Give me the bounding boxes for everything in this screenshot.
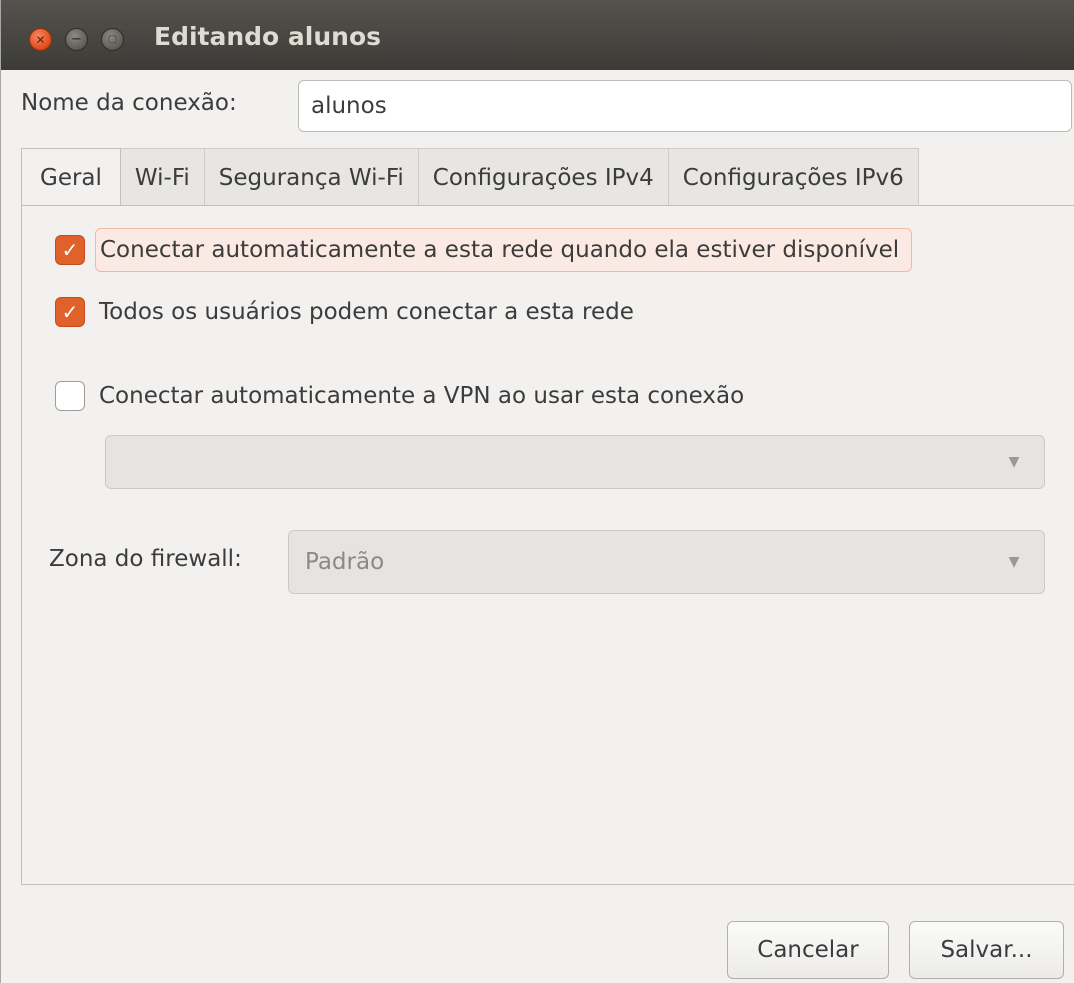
title-bar[interactable]: ✕ − ▢ Editando alunos	[1, 0, 1074, 70]
tab-ipv6-settings[interactable]: Configurações IPv6	[668, 148, 919, 206]
tab-geral[interactable]: Geral	[21, 148, 121, 207]
tab-ipv4-settings[interactable]: Configurações IPv4	[418, 148, 669, 206]
auto-connect-checkbox[interactable]: ✓	[55, 235, 85, 265]
connection-name-input[interactable]	[298, 80, 1072, 132]
tab-wifi-security[interactable]: Segurança Wi-Fi	[204, 148, 419, 206]
vpn-auto-checkbox[interactable]	[55, 381, 85, 411]
tab-bar: Geral Wi-Fi Segurança Wi-Fi Configuraçõe…	[21, 148, 919, 207]
checkmark-icon: ✓	[61, 300, 79, 324]
dropdown-arrow-icon: ▼	[1008, 554, 1020, 570]
checkmark-icon: ✓	[61, 238, 79, 262]
window-title: Editando alunos	[154, 22, 382, 51]
auto-connect-row[interactable]: ✓ Conectar automaticamente a esta rede q…	[55, 228, 913, 272]
vpn-auto-row[interactable]: Conectar automaticamente a VPN ao usar e…	[55, 381, 744, 411]
cancel-button[interactable]: Cancelar	[727, 921, 889, 979]
maximize-icon: ▢	[107, 33, 118, 45]
firewall-zone-value: Padrão	[305, 549, 385, 575]
firewall-zone-select[interactable]: Padrão ▼	[288, 530, 1045, 594]
close-icon: ✕	[35, 32, 46, 47]
vpn-select[interactable]: ▼	[105, 435, 1045, 489]
all-users-label[interactable]: Todos os usuários podem conectar a esta …	[99, 299, 634, 325]
all-users-checkbox[interactable]: ✓	[55, 297, 85, 327]
dropdown-arrow-icon: ▼	[1008, 454, 1020, 470]
minimize-icon: −	[71, 32, 82, 47]
minimize-button[interactable]: −	[65, 28, 88, 51]
tab-wifi[interactable]: Wi-Fi	[120, 148, 205, 206]
firewall-zone-label: Zona do firewall:	[49, 546, 242, 572]
auto-connect-label[interactable]: Conectar automaticamente a esta rede qua…	[95, 228, 913, 272]
maximize-button[interactable]: ▢	[101, 28, 124, 51]
dialog-window: ✕ − ▢ Editando alunos Nome da conexão: G…	[0, 0, 1074, 983]
close-button[interactable]: ✕	[29, 28, 52, 51]
vpn-auto-label[interactable]: Conectar automaticamente a VPN ao usar e…	[99, 383, 744, 409]
save-button[interactable]: Salvar...	[909, 921, 1064, 979]
all-users-row[interactable]: ✓ Todos os usuários podem conectar a est…	[55, 297, 634, 327]
connection-name-label: Nome da conexão:	[21, 90, 237, 116]
